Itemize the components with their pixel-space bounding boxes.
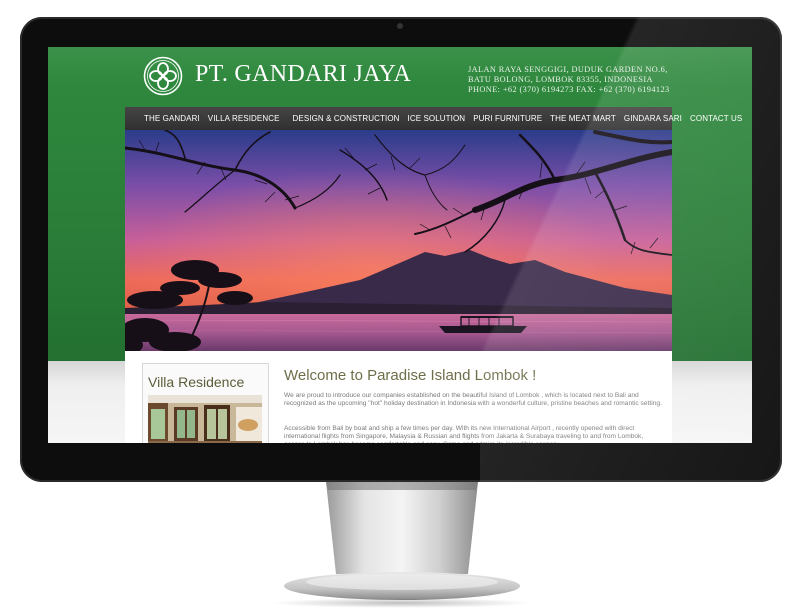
villa-residence-thumbnail[interactable]	[148, 395, 262, 443]
brand-name[interactable]: PT. GANDARI JAYA	[195, 61, 411, 88]
nav-item-the-gandari[interactable]: THE GANDARI	[140, 114, 204, 123]
sidebar-title[interactable]: Villa Residence	[148, 374, 244, 390]
nav-item-the-meat-mart[interactable]: THE MEAT MART	[546, 114, 620, 123]
nav-item-design-construction[interactable]: DESIGN & CONSTRUCTION	[289, 114, 404, 123]
content-panel: Villa Residence Welcome to Paradise Isla…	[125, 351, 672, 443]
nav-item-puri-furniture[interactable]: PURI FURNITURE	[469, 114, 546, 123]
phone-line: PHONE: +62 (370) 6194273 FAX: +62 (370) …	[468, 85, 670, 94]
address-line-1: JALAN RAYA SENGGIGI, DUDUK GARDEN NO.6,	[468, 65, 668, 74]
monitor-stand-base	[284, 572, 520, 600]
stand-shadow	[270, 598, 532, 608]
villa-residence-card[interactable]: Villa Residence	[142, 363, 269, 443]
nav-item-gindara-sari[interactable]: GINDARA SARI	[620, 114, 686, 123]
contact-info: JALAN RAYA SENGGIGI, DUDUK GARDEN NO.6, …	[468, 65, 670, 95]
address-line-2: BATU BOLONG, LOMBOK 83355, INDONESIA	[468, 75, 653, 84]
intro-paragraph: We are proud to introduce our companies …	[284, 392, 662, 407]
webcam-icon	[397, 23, 403, 29]
monitor-stand-neck	[326, 482, 478, 574]
hero-sunset-image	[125, 130, 672, 351]
nav-item-ice-solution[interactable]: ICE SOLUTION	[404, 114, 470, 123]
nav-item-villa-residence[interactable]: VILLA RESIDENCE	[204, 114, 284, 123]
welcome-title: Welcome to Paradise Island Lombok !	[284, 367, 537, 384]
monitor-screen: PT. GANDARI JAYA JALAN RAYA SENGGIGI, DU…	[48, 47, 752, 443]
nav-item-contact-us[interactable]: CONTACT US	[686, 114, 746, 123]
celtic-knot-icon[interactable]	[143, 56, 183, 96]
access-paragraph: Accessible from Bali by boat and ship a …	[284, 425, 644, 443]
main-nav: THE GANDARI VILLA RESIDENCE DESIGN & CON…	[125, 107, 742, 130]
